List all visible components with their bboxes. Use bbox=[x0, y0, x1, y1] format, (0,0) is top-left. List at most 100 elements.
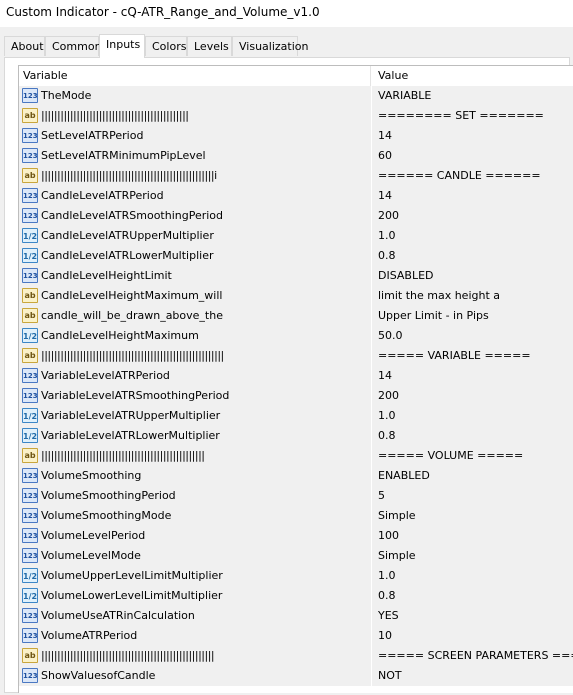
value-cell[interactable]: ===== SCREEN PARAMETERS ===== bbox=[372, 646, 573, 666]
value-cell[interactable]: VARIABLE bbox=[372, 86, 573, 106]
table-row[interactable]: 1/2 CandleLevelATRUpperMultiplier 1.0 bbox=[19, 226, 573, 246]
tab-levels[interactable]: Levels bbox=[187, 36, 232, 56]
table-row[interactable]: 123 SetLevelATRPeriod 14 bbox=[19, 126, 573, 146]
tab-inputs[interactable]: Inputs bbox=[99, 34, 145, 58]
value-cell[interactable]: 14 bbox=[372, 126, 573, 146]
value-cell[interactable]: ======== SET ======= bbox=[372, 106, 573, 126]
table-row[interactable]: ab candle_will_be_drawn_above_the Upper Li… bbox=[19, 306, 573, 326]
value-cell[interactable]: Simple bbox=[372, 546, 573, 566]
variable-value[interactable]: VARIABLE bbox=[378, 86, 431, 106]
table-row[interactable]: 123 ShowValuesofCandle NOT bbox=[19, 666, 573, 686]
table-row[interactable]: ab ||||||||||||||||||||||||||||||||||||||… bbox=[19, 166, 573, 186]
value-cell[interactable]: 1.0 bbox=[372, 226, 573, 246]
variable-value[interactable]: 100 bbox=[378, 526, 399, 546]
value-cell[interactable]: 10 bbox=[372, 626, 573, 646]
variable-value[interactable]: 14 bbox=[378, 366, 392, 386]
variable-value[interactable]: 14 bbox=[378, 186, 392, 206]
table-row[interactable]: 1/2 VariableLevelATRUpperMultiplier 1.0 bbox=[19, 406, 573, 426]
value-cell[interactable]: 0.8 bbox=[372, 246, 573, 266]
variable-value[interactable]: 10 bbox=[378, 626, 392, 646]
variable-cell: 1/2 VolumeUpperLevelLimitMultiplier bbox=[19, 566, 372, 586]
table-row[interactable]: 123 VariableLevelATRSmoothingPeriod 200 bbox=[19, 386, 573, 406]
table-row[interactable]: ab ||||||||||||||||||||||||||||||||||||||… bbox=[19, 346, 573, 366]
value-cell[interactable]: 60 bbox=[372, 146, 573, 166]
table-row[interactable]: 123 CandleLevelATRSmoothingPeriod 200 bbox=[19, 206, 573, 226]
variable-value[interactable]: ===== VOLUME ===== bbox=[378, 446, 523, 466]
value-cell[interactable]: YES bbox=[372, 606, 573, 626]
value-cell[interactable]: 14 bbox=[372, 366, 573, 386]
value-cell[interactable]: 200 bbox=[372, 386, 573, 406]
table-row[interactable]: 123 CandleLevelHeightLimit DISABLED bbox=[19, 266, 573, 286]
table-row[interactable]: 123 VolumeLevelPeriod 100 bbox=[19, 526, 573, 546]
variable-value[interactable]: Simple bbox=[378, 506, 416, 526]
tab-colors[interactable]: Colors bbox=[145, 36, 187, 56]
table-row[interactable]: 123 VolumeSmoothingPeriod 5 bbox=[19, 486, 573, 506]
table-row[interactable]: 1/2 CandleLevelHeightMaximum 50.0 bbox=[19, 326, 573, 346]
variable-value[interactable]: 50.0 bbox=[378, 326, 403, 346]
variable-value[interactable]: 1.0 bbox=[378, 406, 396, 426]
table-row[interactable]: ab ||||||||||||||||||||||||||||||||||||||… bbox=[19, 446, 573, 466]
tab-common[interactable]: Common bbox=[45, 36, 102, 56]
variable-value[interactable]: 60 bbox=[378, 146, 392, 166]
header-value[interactable]: Value bbox=[378, 66, 408, 86]
value-cell[interactable]: 14 bbox=[372, 186, 573, 206]
value-cell[interactable]: 5 bbox=[372, 486, 573, 506]
variable-value[interactable]: 0.8 bbox=[378, 586, 396, 606]
value-cell[interactable]: DISABLED bbox=[372, 266, 573, 286]
variable-value[interactable]: 200 bbox=[378, 206, 399, 226]
tab-about[interactable]: About bbox=[4, 36, 45, 56]
table-row[interactable]: 1/2 VolumeLowerLevelLimitMultiplier 0.8 bbox=[19, 586, 573, 606]
value-cell[interactable]: 1.0 bbox=[372, 566, 573, 586]
table-row[interactable]: 123 VariableLevelATRPeriod 14 bbox=[19, 366, 573, 386]
value-cell[interactable]: NOT bbox=[372, 666, 573, 686]
variable-value[interactable]: ======== SET ======= bbox=[378, 106, 544, 126]
variable-value[interactable]: ENABLED bbox=[378, 466, 430, 486]
value-cell[interactable]: ====== CANDLE ====== bbox=[372, 166, 573, 186]
table-row[interactable]: ab CandleLevelHeightMaximum_will limit the… bbox=[19, 286, 573, 306]
value-cell[interactable]: 0.8 bbox=[372, 426, 573, 446]
value-cell[interactable]: Upper Limit - in Pips bbox=[372, 306, 573, 326]
variable-value[interactable]: 14 bbox=[378, 126, 392, 146]
value-cell[interactable]: limit the max height a bbox=[372, 286, 573, 306]
string-type-icon: ab bbox=[22, 648, 38, 663]
variable-value[interactable]: 0.8 bbox=[378, 246, 396, 266]
table-row[interactable]: 1/2 VariableLevelATRLowerMultiplier 0.8 bbox=[19, 426, 573, 446]
variable-value[interactable]: DISABLED bbox=[378, 266, 434, 286]
variable-value[interactable]: Upper Limit - in Pips bbox=[378, 306, 489, 326]
value-cell[interactable]: 100 bbox=[372, 526, 573, 546]
tab-visualization[interactable]: Visualization bbox=[232, 36, 308, 56]
variable-value[interactable]: ===== SCREEN PARAMETERS ===== bbox=[378, 646, 573, 666]
variable-value[interactable]: NOT bbox=[378, 666, 402, 686]
variable-value[interactable]: 5 bbox=[378, 486, 385, 506]
table-row[interactable]: 123 VolumeATRPeriod 10 bbox=[19, 626, 573, 646]
value-cell[interactable]: ===== VARIABLE ===== bbox=[372, 346, 573, 366]
table-row[interactable]: 1/2 CandleLevelATRLowerMultiplier 0.8 bbox=[19, 246, 573, 266]
table-row[interactable]: ab ||||||||||||||||||||||||||||||||||||||… bbox=[19, 646, 573, 666]
table-row[interactable]: 123 CandleLevelATRPeriod 14 bbox=[19, 186, 573, 206]
table-row[interactable]: 1/2 VolumeUpperLevelLimitMultiplier 1.0 bbox=[19, 566, 573, 586]
table-row[interactable]: 123 TheMode VARIABLE bbox=[19, 86, 573, 106]
variable-value[interactable]: Simple bbox=[378, 546, 416, 566]
table-row[interactable]: 123 VolumeUseATRinCalculation YES bbox=[19, 606, 573, 626]
variable-value[interactable]: ===== VARIABLE ===== bbox=[378, 346, 531, 366]
value-cell[interactable]: Simple bbox=[372, 506, 573, 526]
value-cell[interactable]: 200 bbox=[372, 206, 573, 226]
variable-value[interactable]: 0.8 bbox=[378, 426, 396, 446]
value-cell[interactable]: 0.8 bbox=[372, 586, 573, 606]
table-row[interactable]: 123 VolumeSmoothingMode Simple bbox=[19, 506, 573, 526]
table-row[interactable]: 123 SetLevelATRMinimumPipLevel 60 bbox=[19, 146, 573, 166]
value-cell[interactable]: 1.0 bbox=[372, 406, 573, 426]
variable-value[interactable]: 1.0 bbox=[378, 226, 396, 246]
table-row[interactable]: 123 VolumeSmoothing ENABLED bbox=[19, 466, 573, 486]
variable-value[interactable]: 200 bbox=[378, 386, 399, 406]
value-cell[interactable]: 50.0 bbox=[372, 326, 573, 346]
table-row[interactable]: 123 VolumeLevelMode Simple bbox=[19, 546, 573, 566]
variable-value[interactable]: YES bbox=[378, 606, 399, 626]
value-cell[interactable]: ===== VOLUME ===== bbox=[372, 446, 573, 466]
table-row[interactable]: ab ||||||||||||||||||||||||||||||||||||||… bbox=[19, 106, 573, 126]
value-cell[interactable]: ENABLED bbox=[372, 466, 573, 486]
variable-value[interactable]: 1.0 bbox=[378, 566, 396, 586]
variable-value[interactable]: limit the max height a bbox=[378, 286, 500, 306]
header-variable[interactable]: Variable bbox=[23, 66, 371, 86]
variable-value[interactable]: ====== CANDLE ====== bbox=[378, 166, 541, 186]
